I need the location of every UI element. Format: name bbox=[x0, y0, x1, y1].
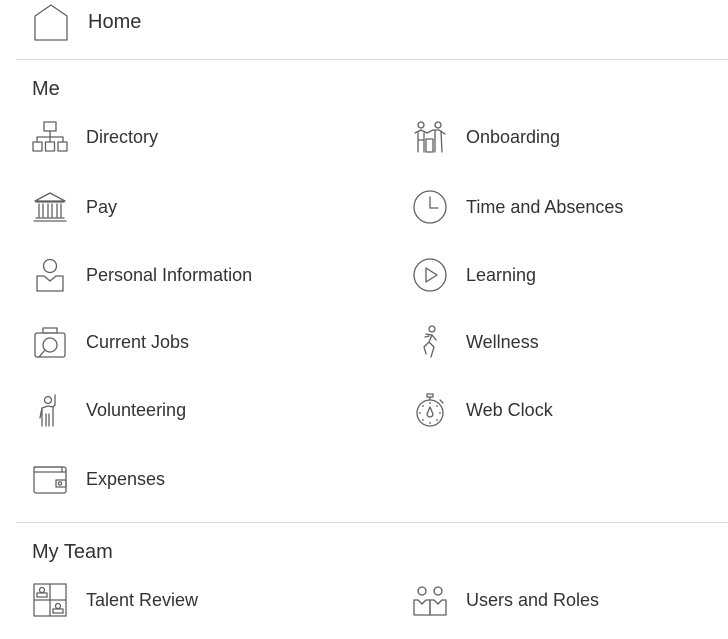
menu-item-label: Pay bbox=[86, 196, 118, 217]
menu-item-label: Current Jobs bbox=[86, 331, 190, 352]
menu-item-pay[interactable]: Pay bbox=[32, 187, 117, 227]
menu-item-label: Talent Review bbox=[86, 589, 199, 610]
volunteer-icon bbox=[32, 392, 68, 428]
home-label: Home bbox=[88, 10, 142, 33]
home-link[interactable]: Home bbox=[32, 2, 141, 42]
menu-item-directory[interactable]: Directory bbox=[32, 117, 158, 157]
person-icon bbox=[32, 257, 68, 293]
divider-top bbox=[16, 59, 728, 60]
divider-my-team bbox=[16, 522, 728, 523]
menu-item-talent-review[interactable]: Talent Review bbox=[32, 580, 198, 620]
section-title-my-team: My Team bbox=[32, 541, 113, 563]
play-icon bbox=[412, 257, 448, 293]
menu-item-expenses[interactable]: Expenses bbox=[32, 459, 165, 499]
users-roles-icon bbox=[412, 582, 448, 618]
menu-item-label: Volunteering bbox=[86, 399, 187, 420]
wallet-icon bbox=[32, 461, 68, 497]
clock-icon bbox=[412, 189, 448, 225]
menu-item-label: Web Clock bbox=[466, 399, 553, 420]
menu-item-label: Wellness bbox=[466, 331, 539, 352]
menu-item-learning[interactable]: Learning bbox=[412, 255, 536, 295]
menu-item-users-and-roles[interactable]: Users and Roles bbox=[412, 580, 599, 620]
menu-item-label: Personal Information bbox=[86, 264, 253, 285]
menu-item-label: Time and Absences bbox=[466, 196, 624, 217]
menu-item-label: Learning bbox=[466, 264, 537, 285]
talent-review-icon bbox=[32, 582, 68, 618]
menu-item-label: Users and Roles bbox=[466, 589, 600, 610]
org-chart-icon bbox=[32, 119, 68, 155]
menu-item-personal-information[interactable]: Personal Information bbox=[32, 255, 252, 295]
menu-item-volunteering[interactable]: Volunteering bbox=[32, 390, 186, 430]
stopwatch-icon bbox=[412, 392, 448, 428]
wellness-icon bbox=[412, 324, 448, 360]
home-icon bbox=[32, 2, 70, 42]
menu-item-label: Directory bbox=[86, 126, 159, 147]
section-title-me: Me bbox=[32, 78, 60, 100]
menu-item-current-jobs[interactable]: Current Jobs bbox=[32, 322, 189, 362]
job-search-icon bbox=[32, 324, 68, 360]
bank-icon bbox=[32, 189, 68, 225]
menu-item-wellness[interactable]: Wellness bbox=[412, 322, 539, 362]
menu-item-onboarding[interactable]: Onboarding bbox=[412, 117, 560, 157]
menu-item-label: Onboarding bbox=[466, 126, 561, 147]
menu-item-label: Expenses bbox=[86, 468, 166, 489]
menu-item-time-and-absences[interactable]: Time and Absences bbox=[412, 187, 623, 227]
onboarding-icon bbox=[412, 119, 448, 155]
menu-item-web-clock[interactable]: Web Clock bbox=[412, 390, 553, 430]
